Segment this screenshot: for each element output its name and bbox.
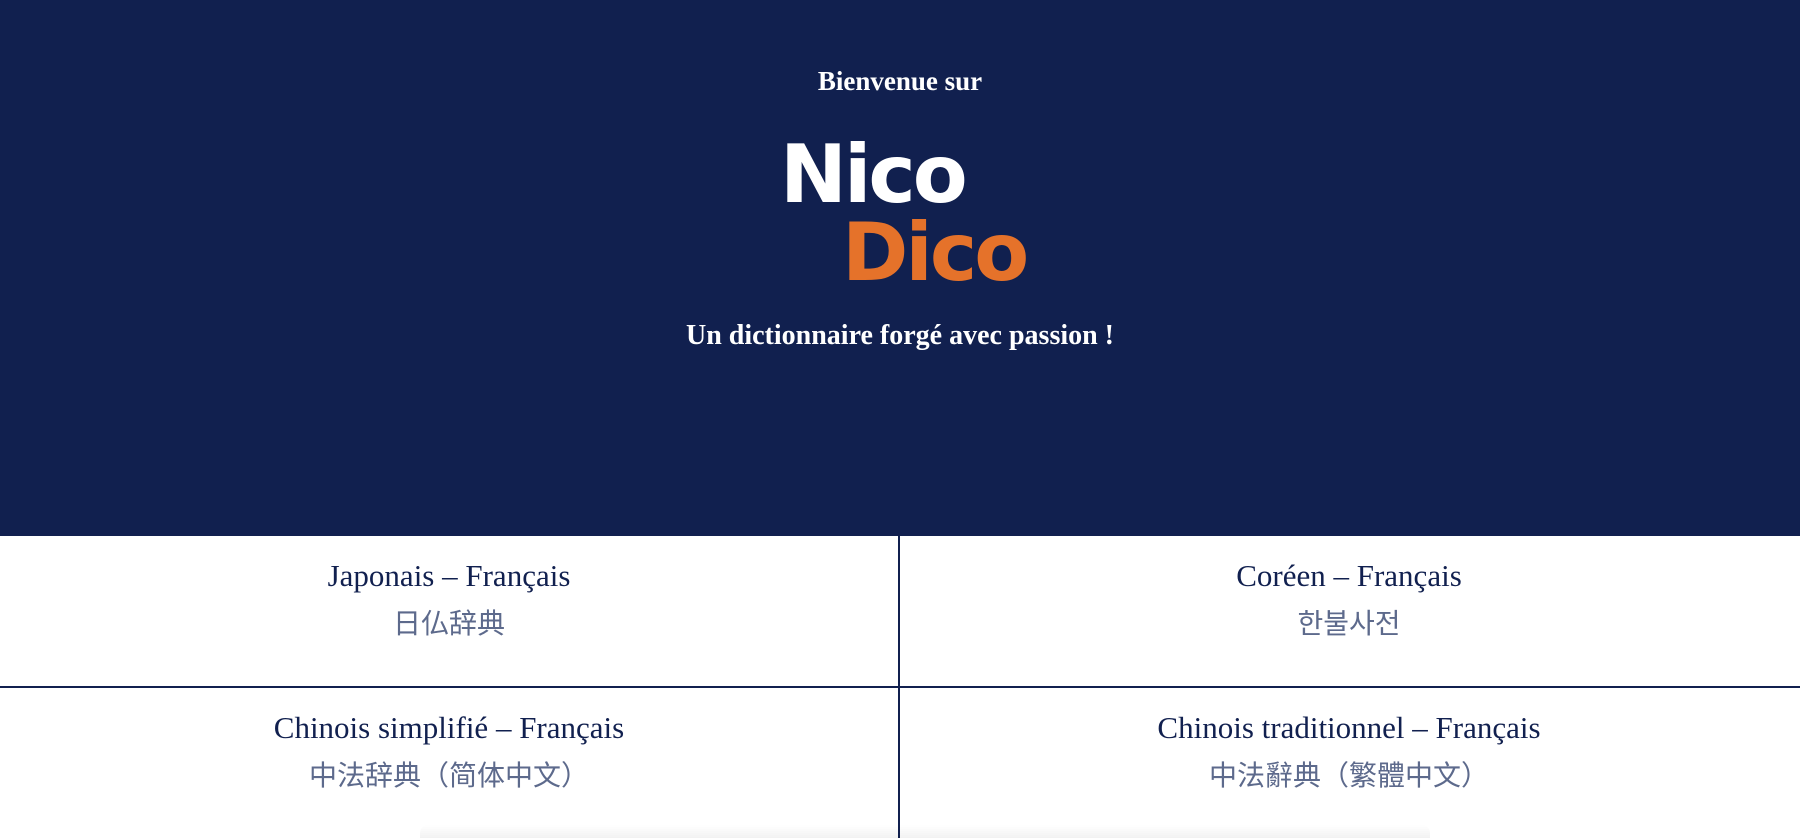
dictionary-title[interactable]: Coréen – Français [900,558,1798,594]
site-logo[interactable]: Nico Dico [780,128,1040,299]
dictionary-subtitle: 中法辭典（繁體中文） [1208,759,1489,792]
dictionary-subtitle: 한불사전 [1297,607,1401,640]
logo-nico: Nico [780,128,968,221]
grid-divider-horizontal [0,686,1800,688]
footer-shadow [420,825,1430,838]
logo-dico: Dico [842,206,1029,299]
dictionary-subtitle: 中法辞典（简体中文） [308,759,589,792]
tagline: Un dictionnaire forgé avec passion ! [685,320,1115,351]
dictionary-card-simplified-chinese[interactable]: Chinois simplifié – Français 中法辞典（简体中文） [0,688,898,838]
dictionary-card-korean[interactable]: Coréen – Français 한불사전 [900,536,1798,686]
dictionary-title[interactable]: Japonais – Français [0,558,898,594]
dictionary-card-japanese[interactable]: Japonais – Français 日仏辞典 [0,536,898,686]
welcome-text: Bienvenue sur [817,66,983,96]
dictionary-card-traditional-chinese[interactable]: Chinois traditionnel – Français 中法辭典（繁體中… [900,688,1798,838]
hero-banner: Bienvenue sur Nico Dico Un dictionnaire … [0,0,1800,536]
dictionary-title[interactable]: Chinois traditionnel – Français [900,710,1798,746]
dictionary-subtitle: 日仏辞典 [392,607,505,640]
dictionary-title[interactable]: Chinois simplifié – Français [0,710,898,746]
dictionary-grid: Japonais – Français 日仏辞典 Coréen – França… [0,536,1800,838]
